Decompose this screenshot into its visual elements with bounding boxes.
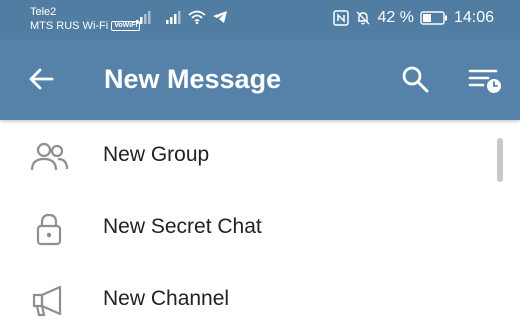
carrier-name-primary: Tele2 <box>30 6 57 18</box>
status-icons-right: 42 % 14:06 <box>333 9 494 27</box>
menu-item-label: New Channel <box>103 287 230 310</box>
status-bar: Tele2 MTS RUS Wi-Fi VoWiFi 42 % 14:06 <box>0 0 520 39</box>
group-icon <box>30 142 69 171</box>
wifi-icon <box>188 10 206 24</box>
bell-off-icon <box>356 11 370 25</box>
signal-icon <box>136 11 151 24</box>
carrier-name-secondary: MTS RUS Wi-Fi VoWiFi <box>30 20 141 32</box>
clock: 14:06 <box>453 9 494 26</box>
toolbar: New Message <box>0 39 520 120</box>
menu-item-label: New Group <box>103 143 210 166</box>
lock-icon <box>36 213 62 246</box>
battery-icon <box>420 11 447 25</box>
status-icons-left <box>136 10 228 24</box>
telegram-icon <box>213 11 227 23</box>
menu-item-label: New Secret Chat <box>103 215 262 238</box>
signal-icon <box>166 11 181 24</box>
nfc-icon <box>333 10 350 26</box>
menu-item-new-channel[interactable]: New Channel <box>0 264 520 336</box>
page-title: New Message <box>104 64 282 94</box>
arrow-left-icon[interactable] <box>26 64 56 94</box>
search-icon[interactable] <box>400 64 430 94</box>
new-message-menu: New Group New Secret Chat New Channel <box>0 120 520 336</box>
megaphone-icon <box>32 285 62 317</box>
carrier-name-wifi: MTS RUS Wi-Fi <box>30 20 109 32</box>
menu-item-new-secret-chat[interactable]: New Secret Chat <box>0 192 520 264</box>
menu-item-new-group[interactable]: New Group <box>0 120 520 192</box>
scrollbar[interactable] <box>497 138 503 182</box>
sort-clock-icon[interactable] <box>468 64 502 94</box>
battery-percent: 42 % <box>377 9 414 26</box>
